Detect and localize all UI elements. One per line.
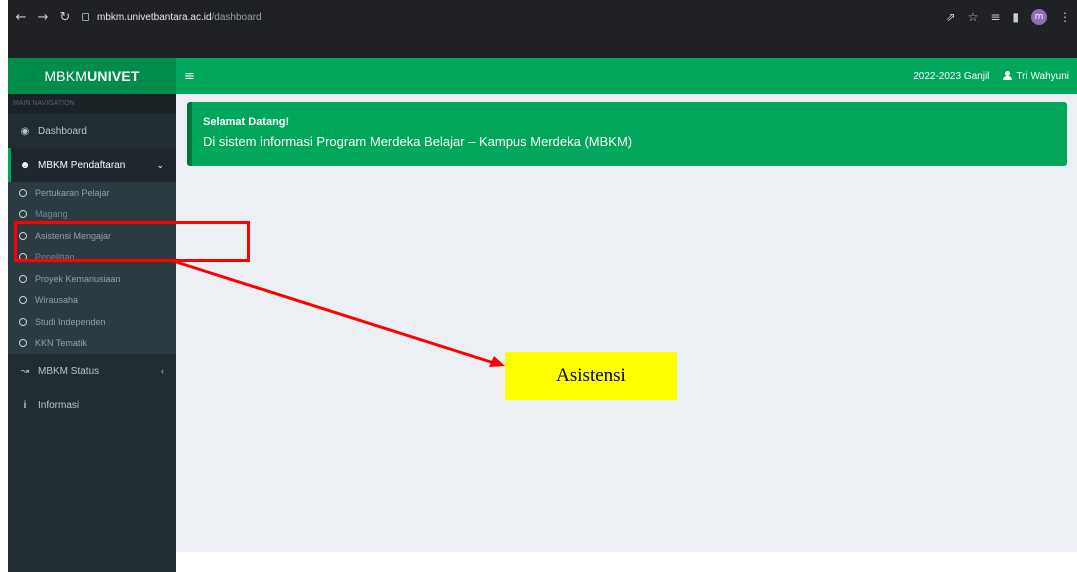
sidebar-item-dashboard[interactable]: ◉ Dashboard	[8, 114, 176, 148]
submenu-label: Proyek Kemanusiaan	[35, 273, 121, 284]
url-host: mbkm.univetbantara.ac.id	[97, 11, 212, 23]
user-icon	[1003, 70, 1013, 80]
url-path: /dashboard	[211, 11, 262, 23]
callout-title: Selamat Datang!	[203, 116, 290, 128]
line-chart-icon: ↝	[20, 365, 30, 377]
forward-icon[interactable]: →	[34, 8, 52, 26]
submenu-item-studi-independen[interactable]: Studi Independen	[8, 311, 176, 333]
user-name: Tri Wahyuni	[1016, 70, 1069, 82]
circle-icon	[19, 188, 27, 197]
logo-bold: UNIVET	[87, 68, 140, 84]
share-icon[interactable]: ⇗	[946, 10, 956, 24]
sidebar-item-informasi[interactable]: i Informasi	[8, 388, 176, 422]
chevron-down-icon: ⌄	[156, 159, 164, 170]
address-bar: ← → ↻ mbkm.univetbantara.ac.id/dashboard…	[8, 4, 1077, 30]
profile-avatar[interactable]: m	[1031, 9, 1047, 25]
url-field[interactable]: mbkm.univetbantara.ac.id/dashboard	[82, 12, 262, 23]
submenu-item-pertukaran-pelajar[interactable]: Pertukaran Pelajar	[8, 182, 176, 204]
browser-chrome: ← → ↻ mbkm.univetbantara.ac.id/dashboard…	[8, 0, 1077, 58]
user-menu[interactable]: Tri Wahyuni	[1003, 70, 1069, 82]
submenu-label: Magang	[35, 209, 68, 220]
browser-actions: ⇗ ☆ ≡ ▮ m ⋮	[946, 9, 1071, 25]
star-icon[interactable]: ☆	[968, 10, 979, 24]
submenu-item-wirausaha[interactable]: Wirausaha	[8, 290, 176, 312]
hamburger-icon[interactable]: ≡	[184, 69, 195, 84]
circle-icon	[19, 296, 27, 305]
callout-message: Di sistem informasi Program Merdeka Bela…	[203, 134, 633, 149]
submenu-item-proyek-kemanusiaan[interactable]: Proyek Kemanusiaan	[8, 268, 176, 290]
info-icon: i	[23, 399, 27, 411]
submenu-label: Studi Independen	[35, 316, 106, 327]
chevron-left-icon: ‹	[161, 366, 164, 376]
sidebar-item-label: Dashboard	[38, 125, 87, 137]
users-icon: ☻	[19, 159, 31, 171]
submenu-item-kkn-tematik[interactable]: KKN Tematik	[8, 333, 176, 355]
annotation-highlight-box	[14, 221, 250, 262]
sidebar-item-label: MBKM Status	[38, 365, 100, 377]
sidepanel-icon[interactable]: ▮	[1012, 10, 1019, 24]
submenu-label: Pertukaran Pelajar	[35, 187, 110, 198]
welcome-callout: Selamat Datang! Di sistem informasi Prog…	[187, 102, 1067, 166]
sidebar-item-status[interactable]: ↝ MBKM Status ‹	[8, 354, 176, 388]
main-content: Selamat Datang! Di sistem informasi Prog…	[176, 94, 1077, 552]
more-menu-icon[interactable]: ⋮	[1059, 10, 1071, 24]
logo-prefix: MBKM	[44, 68, 88, 84]
sidebar: MAIN NAVIGATION ◉ Dashboard ☻ MBKM Penda…	[8, 94, 176, 572]
annotation-label: Asistensi	[505, 352, 677, 400]
back-icon[interactable]: ←	[12, 8, 30, 26]
app-logo[interactable]: MBKM UNIVET	[8, 58, 176, 94]
reload-icon[interactable]: ↻	[56, 8, 74, 26]
lock-icon	[82, 13, 89, 21]
pendaftaran-submenu: Pertukaran Pelajar Magang Asistensi Meng…	[8, 182, 176, 354]
semester-label[interactable]: 2022-2023 Ganjil	[913, 71, 989, 82]
screenshot-root: ← → ↻ mbkm.univetbantara.ac.id/dashboard…	[0, 0, 1077, 572]
header-right: 2022-2023 Ganjil Tri Wahyuni	[913, 58, 1069, 94]
dashboard-icon: ◉	[20, 125, 30, 137]
circle-icon	[19, 274, 27, 283]
sidebar-item-label: MBKM Pendaftaran	[38, 159, 126, 171]
sidebar-item-label: Informasi	[38, 399, 80, 411]
nav-section-label: MAIN NAVIGATION	[8, 94, 176, 114]
circle-icon	[19, 210, 27, 219]
circle-icon	[19, 317, 27, 326]
app-header: MBKM UNIVET ≡ 2022-2023 Ganjil Tri Wahyun…	[8, 58, 1077, 94]
submenu-label: Wirausaha	[35, 295, 79, 306]
sidebar-item-pendaftaran[interactable]: ☻ MBKM Pendaftaran ⌄	[8, 148, 176, 182]
submenu-label: KKN Tematik	[35, 338, 87, 349]
circle-icon	[19, 339, 27, 348]
reading-list-icon[interactable]: ≡	[990, 10, 1000, 24]
